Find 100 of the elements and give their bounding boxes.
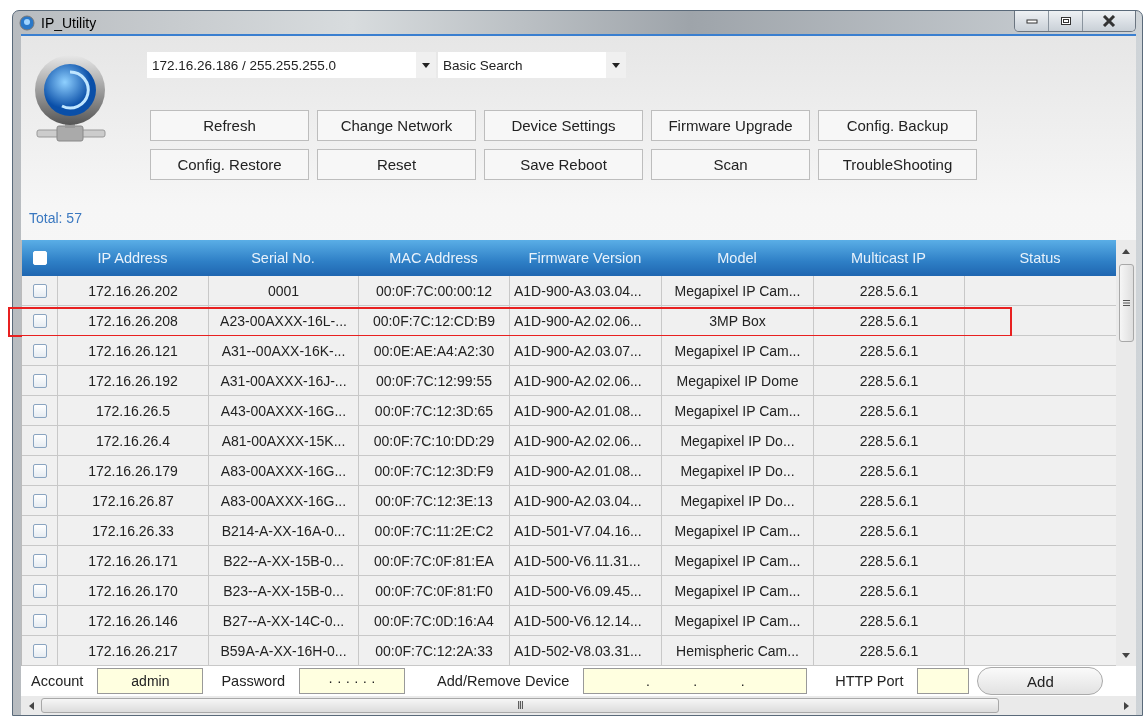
table-cell: A81-00AXXX-15K...: [208, 426, 358, 455]
table-cell: 172.16.26.33: [57, 516, 208, 545]
table-cell: 172.16.26.202: [57, 276, 208, 305]
table-cell: 228.5.6.1: [813, 546, 964, 575]
maximize-button[interactable]: [1049, 11, 1083, 31]
close-button[interactable]: [1083, 11, 1135, 31]
table-cell: 228.5.6.1: [813, 606, 964, 635]
device-label: Add/Remove Device: [437, 673, 570, 689]
caret-icon: [422, 62, 430, 68]
table-cell: 172.16.26.192: [57, 366, 208, 395]
minimize-icon: [1025, 18, 1038, 24]
scrollbar-thumb[interactable]: [1118, 264, 1134, 342]
network-dropdown[interactable]: 172.16.26.186 / 255.255.255.0: [147, 52, 436, 78]
table-cell: A1D-900-A2.01.08...: [509, 456, 661, 485]
scrollbar-thumb[interactable]: III: [41, 698, 999, 713]
scroll-up-icon[interactable]: [1122, 248, 1130, 254]
close-icon: [1102, 15, 1116, 27]
device-count: Total: 57: [28, 209, 83, 228]
table-cell: 228.5.6.1: [813, 576, 964, 605]
table-cell: 228.5.6.1: [813, 486, 964, 515]
toolbar-button[interactable]: Firmware Upgrade: [651, 110, 810, 141]
table-cell: 172.16.26.217: [57, 636, 208, 665]
table-cell: 00:0F:7C:0D:16:A4: [358, 606, 509, 635]
table-cell: A83-00AXXX-16G...: [208, 486, 358, 515]
search-mode-dropdown[interactable]: Basic Search: [438, 52, 626, 78]
row-checkbox[interactable]: [32, 403, 47, 418]
toolbar-button[interactable]: Save Reboot: [484, 149, 643, 180]
table-cell: 00:0F:7C:0F:81:F0: [358, 576, 509, 605]
toolbar-button[interactable]: Device Settings: [484, 110, 643, 141]
table-cell: Megapixel IP Cam...: [661, 396, 813, 425]
table-cell: 172.16.26.4: [57, 426, 208, 455]
table-cell: 0001: [208, 276, 358, 305]
http-port-field[interactable]: [917, 668, 970, 694]
device-ip-field[interactable]: . . .: [583, 668, 808, 694]
toolbar-button[interactable]: Refresh: [150, 110, 309, 141]
scroll-right-icon[interactable]: [1123, 701, 1129, 710]
toolbar-button[interactable]: Change Network: [317, 110, 476, 141]
table-cell: 172.16.26.146: [57, 606, 208, 635]
table-cell: 00:0F:7C:00:00:12: [358, 276, 509, 305]
table-cell: 228.5.6.1: [813, 336, 964, 365]
row-checkbox[interactable]: [32, 313, 47, 328]
table-cell: 00:0F:7C:11:2E:C2: [358, 516, 509, 545]
table-cell: Megapixel IP Do...: [661, 456, 813, 485]
account-label: Account: [31, 673, 84, 689]
table-cell: 172.16.26.87: [57, 486, 208, 515]
table-cell: 228.5.6.1: [813, 636, 964, 665]
table-cell: A1D-900-A2.02.06...: [509, 306, 661, 335]
table-cell: 172.16.26.121: [57, 336, 208, 365]
table-cell: A1D-500-V6.12.14...: [509, 606, 661, 635]
table-cell: 00:0F:7C:12:CD:B9: [358, 306, 509, 335]
column-header[interactable]: MAC Address: [358, 240, 509, 276]
row-checkbox[interactable]: [32, 373, 47, 388]
table-cell: 228.5.6.1: [813, 306, 964, 335]
table-cell: 00:0F:7C:0F:81:EA: [358, 546, 509, 575]
toolbar-button[interactable]: Scan: [651, 149, 810, 180]
table-cell: A1D-900-A2.01.08...: [509, 396, 661, 425]
table-cell: A1D-500-V6.11.31...: [509, 546, 661, 575]
toolbar-button[interactable]: TroubleShooting: [818, 149, 977, 180]
table-cell: 228.5.6.1: [813, 396, 964, 425]
row-checkbox[interactable]: [32, 463, 47, 478]
row-checkbox[interactable]: [32, 283, 47, 298]
http-port-label: HTTP Port: [835, 673, 904, 689]
table-cell: A1D-501-V7.04.16...: [509, 516, 661, 545]
table-cell: Megapixel IP Dome: [661, 366, 813, 395]
table-cell: Megapixel IP Cam...: [661, 516, 813, 545]
toolbar-button[interactable]: Config. Restore: [150, 149, 309, 180]
table-cell: A1D-900-A2.03.04...: [509, 486, 661, 515]
table-cell: 00:0F:7C:12:2A:33: [358, 636, 509, 665]
toolbar-button[interactable]: Reset: [317, 149, 476, 180]
select-all-checkbox[interactable]: [32, 251, 47, 265]
column-header[interactable]: Serial No.: [208, 240, 358, 276]
row-checkbox[interactable]: [32, 553, 47, 568]
scroll-down-icon[interactable]: [1122, 652, 1130, 658]
toolbar-button[interactable]: Config. Backup: [818, 110, 977, 141]
row-checkbox[interactable]: [32, 613, 47, 628]
table-cell: B23--A-XX-15B-0...: [208, 576, 358, 605]
column-header[interactable]: Status: [964, 240, 1116, 276]
table-cell: 00:0F:7C:10:DD:29: [358, 426, 509, 455]
table-cell: Megapixel IP Cam...: [661, 606, 813, 635]
row-checkbox[interactable]: [32, 643, 47, 658]
account-field[interactable]: admin: [97, 668, 204, 694]
table-cell: A1D-500-V6.09.45...: [509, 576, 661, 605]
scroll-left-icon[interactable]: [28, 701, 34, 710]
table-cell: A1D-900-A2.02.06...: [509, 426, 661, 455]
table-cell: 172.16.26.170: [57, 576, 208, 605]
row-checkbox[interactable]: [32, 493, 47, 508]
row-checkbox[interactable]: [32, 523, 47, 538]
row-checkbox[interactable]: [32, 343, 47, 358]
table-cell: 3MP Box: [661, 306, 813, 335]
table-cell: 228.5.6.1: [813, 456, 964, 485]
password-field[interactable]: · · · · · ·: [299, 668, 406, 694]
table-cell: 172.16.26.179: [57, 456, 208, 485]
table-cell: Megapixel IP Cam...: [661, 576, 813, 605]
row-checkbox[interactable]: [32, 433, 47, 448]
table-cell: B27--A-XX-14C-0...: [208, 606, 358, 635]
table-cell: 228.5.6.1: [813, 516, 964, 545]
table-cell: 228.5.6.1: [813, 426, 964, 455]
table-cell: 00:0F:7C:12:3D:F9: [358, 456, 509, 485]
row-checkbox[interactable]: [32, 583, 47, 598]
add-button[interactable]: Add: [977, 667, 1104, 695]
